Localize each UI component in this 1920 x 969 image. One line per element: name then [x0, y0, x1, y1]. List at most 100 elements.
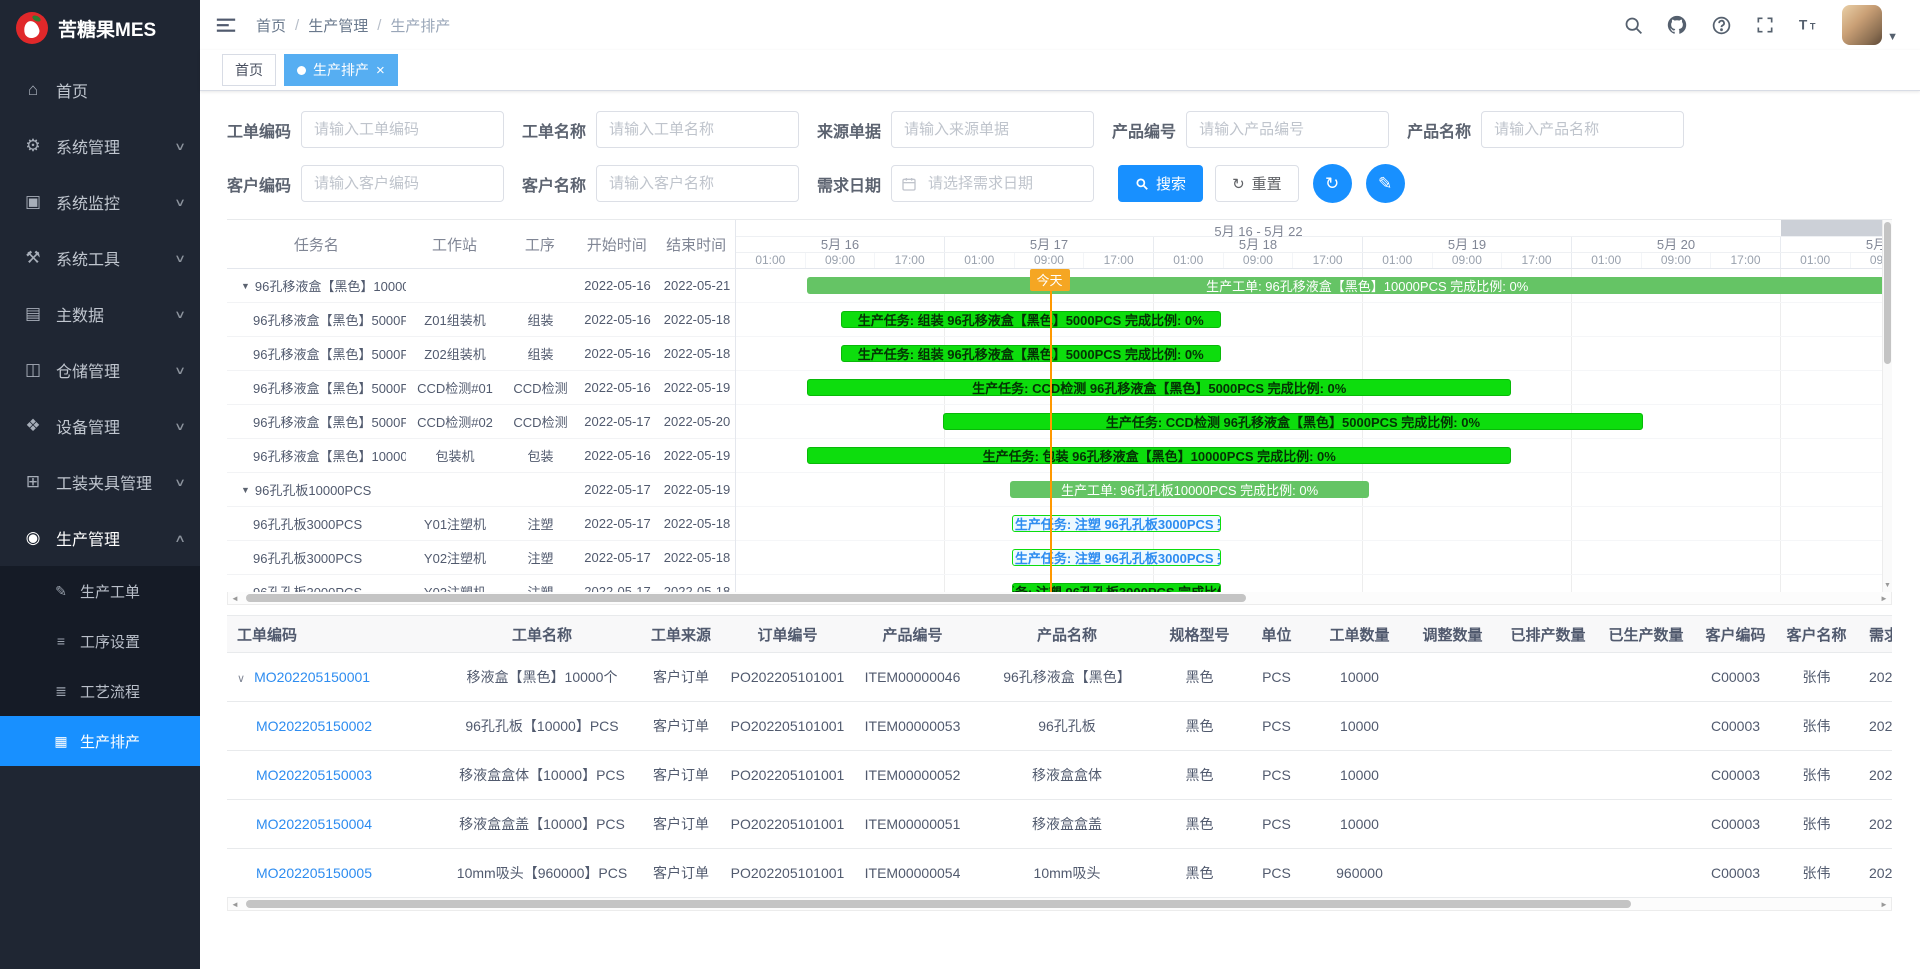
hamburger-icon[interactable]	[200, 0, 252, 50]
task-cell: Z02组装机	[406, 344, 504, 363]
scroll-right-arrow[interactable]: ►	[1877, 594, 1891, 603]
gantt-task-row[interactable]: 96孔移液盒【黑色】5000PCSZ01组装机组装2022-05-162022-…	[227, 303, 735, 337]
task-cell: 2022-05-17	[577, 414, 658, 429]
workorder-link[interactable]: MO202205150005	[256, 865, 372, 881]
gantt-bar[interactable]: 生产任务: 注塑 96孔孔板3000PCS 完成比例: 0%	[1012, 583, 1221, 592]
sidebar-item-home[interactable]: ⌂首页	[0, 62, 200, 118]
app-logo[interactable]: 苦糖果MES	[0, 0, 200, 56]
filter-input-r1-4[interactable]	[1481, 111, 1684, 148]
filter-input-r2-1[interactable]	[596, 165, 799, 202]
sidebar-item-production[interactable]: ◉生产管理∧	[0, 510, 200, 566]
scroll-down-arrow[interactable]: ▼	[1883, 580, 1892, 592]
orders-cell: 10000	[1313, 751, 1406, 800]
gantt-task-row[interactable]: 96孔移液盒【黑色】5000PCSCCD检测#02CCD检测2022-05-17…	[227, 405, 735, 439]
sidebar-item-equipment[interactable]: ❖设备管理∨	[0, 398, 200, 454]
gantt-bar[interactable]: 生产任务: CCD检测 96孔移液盒【黑色】5000PCS 完成比例: 0%	[943, 413, 1643, 430]
submenu-item-flow[interactable]: ≣工艺流程	[0, 666, 200, 716]
scrollbar-track[interactable]	[242, 593, 1877, 604]
filter-input-r2-0[interactable]	[301, 165, 504, 202]
scroll-left-arrow[interactable]: ◄	[228, 594, 242, 603]
close-icon[interactable]: ×	[376, 63, 385, 78]
edit-circle-button[interactable]: ✎	[1366, 164, 1405, 203]
gantt-range-row: 5月 16 - 5月 22	[736, 220, 1882, 237]
fullscreen-icon[interactable]	[1752, 12, 1778, 38]
gantt-bar[interactable]: 生产工单: 96孔移液盒【黑色】10000PCS 完成比例: 0%	[807, 277, 1882, 294]
gantt-task-row[interactable]: 96孔移液盒【黑色】5000PCSCCD检测#01CCD检测2022-05-16…	[227, 371, 735, 405]
gantt-column-header: 结束时间	[657, 234, 735, 255]
gantt-bar[interactable]: 生产任务: 包装 96孔移液盒【黑色】10000PCS 完成比例: 0%	[807, 447, 1511, 464]
refresh-circle-button[interactable]: ↻	[1313, 164, 1352, 203]
orders-row[interactable]: MO20220515000510mm吸头【960000】PCS客户订单PO202…	[227, 849, 1892, 898]
help-icon[interactable]	[1708, 12, 1734, 38]
tab-schedule[interactable]: 生产排产×	[284, 54, 398, 86]
workorder-link[interactable]: MO202205150003	[256, 767, 372, 783]
sidebar-item-fixture[interactable]: ⊞工装夹具管理∨	[0, 454, 200, 510]
demand-date-input[interactable]	[891, 165, 1094, 202]
svg-text:T: T	[1799, 18, 1808, 33]
gantt-bar[interactable]: 生产任务: CCD检测 96孔移液盒【黑色】5000PCS 完成比例: 0%	[807, 379, 1511, 396]
submenu-item-process[interactable]: ≡工序设置	[0, 616, 200, 666]
orders-row[interactable]: MO202205150003移液盒盒体【10000】PCS客户订单PO20220…	[227, 751, 1892, 800]
avatar[interactable]	[1842, 5, 1882, 45]
gantt-task-row[interactable]: ▼96孔移液盒【黑色】10000PCS2022-05-162022-05-21	[227, 269, 735, 303]
gantt-task-row[interactable]: 96孔孔板3000PCSY02注塑机注塑2022-05-172022-05-18	[227, 541, 735, 575]
tools-icon: ⚒	[22, 248, 44, 268]
workorder-link[interactable]: MO202205150004	[256, 816, 372, 832]
sidebar-item-monitor[interactable]: ▣系统监控∨	[0, 174, 200, 230]
gantt-bar[interactable]: 生产任务: 组装 96孔移液盒【黑色】5000PCS 完成比例: 0%	[841, 311, 1221, 328]
collapse-caret-icon[interactable]: ▼	[241, 485, 250, 495]
search-button[interactable]: 搜索	[1118, 165, 1203, 202]
gantt-task-table: 任务名工作站工序开始时间结束时间 ▼96孔移液盒【黑色】10000PCS2022…	[227, 220, 736, 592]
gantt-task-row[interactable]: ▼96孔孔板10000PCS2022-05-172022-05-19	[227, 473, 735, 507]
reset-button[interactable]: ↻ 重置	[1215, 165, 1299, 202]
gantt-vertical-scrollbar[interactable]: ▼	[1882, 220, 1892, 592]
sidebar-item-masterdata[interactable]: ▤主数据∨	[0, 286, 200, 342]
filter-input-r1-0[interactable]	[301, 111, 504, 148]
gantt-task-row[interactable]: 96孔孔板3000PCSY01注塑机注塑2022-05-172022-05-18	[227, 507, 735, 541]
breadcrumb-item[interactable]: 首页	[256, 15, 286, 36]
gantt-column-header: 任务名	[227, 234, 406, 255]
scrollbar-track[interactable]	[242, 899, 1877, 910]
gantt-bar[interactable]: 生产任务: 组装 96孔移液盒【黑色】5000PCS 完成比例: 0%	[841, 345, 1221, 362]
orders-horizontal-scrollbar[interactable]: ◄ ►	[227, 898, 1892, 911]
filter-input-r1-2[interactable]	[891, 111, 1094, 148]
gantt-task-row[interactable]: 96孔孔板3000PCSY03注塑机注塑2022-05-172022-05-18	[227, 575, 735, 592]
gantt-task-row[interactable]: 96孔移液盒【黑色】10000PCS包装机包装2022-05-162022-05…	[227, 439, 735, 473]
search-icon[interactable]	[1620, 12, 1646, 38]
workorder-code-cell: MO202205150002	[227, 702, 447, 751]
scrollbar-thumb[interactable]	[246, 594, 1246, 602]
gantt-horizontal-scrollbar[interactable]: ◄ ►	[227, 592, 1892, 605]
gantt-task-row[interactable]: 96孔移液盒【黑色】5000PCSZ02组装机组装2022-05-162022-…	[227, 337, 735, 371]
workorder-link[interactable]: MO202205150002	[256, 718, 372, 734]
gantt-bar[interactable]: 生产任务: 注塑 96孔孔板3000PCS 完成比例: 0%	[1012, 549, 1221, 566]
orders-row[interactable]: MO20220515000296孔孔板【10000】PCS客户订单PO20220…	[227, 702, 1892, 751]
orders-cell: 10000	[1313, 653, 1406, 702]
tab-home[interactable]: 首页	[222, 54, 276, 86]
collapse-caret-icon[interactable]: ▼	[241, 281, 250, 291]
submenu-item-workorder[interactable]: ✎生产工单	[0, 566, 200, 616]
sidebar-item-tools[interactable]: ⚒系统工具∨	[0, 230, 200, 286]
breadcrumb-item[interactable]: 生产管理	[308, 15, 368, 36]
scroll-left-arrow[interactable]: ◄	[228, 900, 242, 909]
orders-row[interactable]: MO202205150004移液盒盒盖【10000】PCS客户订单PO20220…	[227, 800, 1892, 849]
user-menu[interactable]: ▼	[1842, 5, 1898, 45]
gantt-table-body: ▼96孔移液盒【黑色】10000PCS2022-05-162022-05-219…	[227, 269, 735, 592]
scrollbar-thumb[interactable]	[246, 900, 1631, 908]
filter-input-r1-1[interactable]	[596, 111, 799, 148]
filter-label: 客户编码	[227, 172, 291, 196]
github-icon[interactable]	[1664, 12, 1690, 38]
expand-caret-icon[interactable]: ∨	[237, 672, 245, 685]
workorder-link[interactable]: MO202205150001	[254, 669, 370, 685]
filter-input-r1-3[interactable]	[1186, 111, 1389, 148]
sidebar-item-system[interactable]: ⚙系统管理∨	[0, 118, 200, 174]
submenu-item-schedule[interactable]: ▦生产排产	[0, 716, 200, 766]
gantt-bar[interactable]: 生产工单: 96孔孔板10000PCS 完成比例: 0%	[1010, 481, 1370, 498]
gantt-hour-label: 01:00	[1154, 253, 1224, 268]
font-size-icon[interactable]: TT	[1796, 12, 1822, 38]
gantt-column-header: 工作站	[406, 234, 504, 255]
sidebar-item-warehouse[interactable]: ◫仓储管理∨	[0, 342, 200, 398]
scroll-right-arrow[interactable]: ►	[1877, 900, 1891, 909]
orders-row[interactable]: ∨MO202205150001移液盒【黑色】10000个客户订单PO202205…	[227, 653, 1892, 702]
gantt-bar[interactable]: 生产任务: 注塑 96孔孔板3000PCS 完成比例: 0%	[1012, 515, 1221, 532]
scrollbar-thumb[interactable]	[1884, 222, 1891, 364]
